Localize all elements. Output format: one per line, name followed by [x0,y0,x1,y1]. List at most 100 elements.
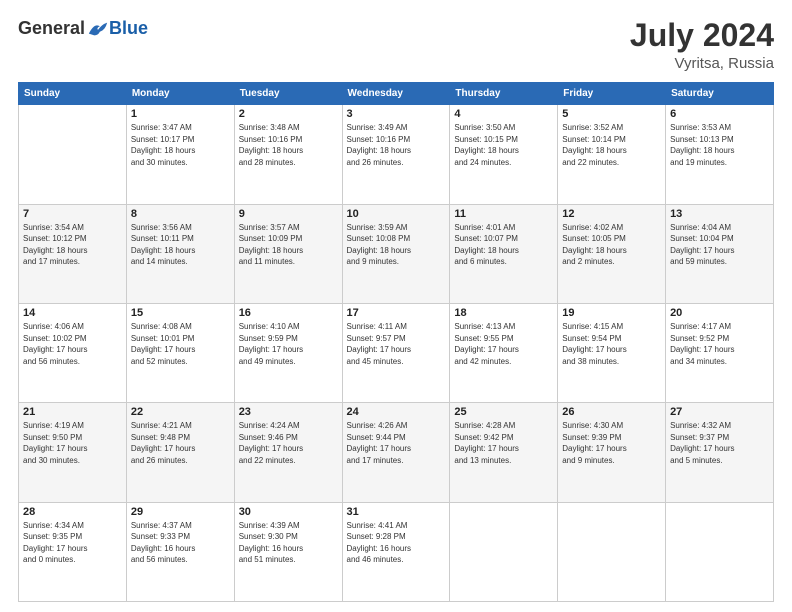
table-row: 10 Sunrise: 3:59 AM Sunset: 10:08 PM Dayl… [342,204,450,303]
day-number: 27 [670,406,769,418]
day-number: 5 [562,108,661,120]
col-saturday: Saturday [666,83,774,105]
table-row: 2 Sunrise: 3:48 AM Sunset: 10:16 PM Dayli… [234,105,342,204]
table-row: 29 Sunrise: 4:37 AM Sunset: 9:33 PM Dayli… [126,502,234,601]
logo: General Blue [18,18,148,39]
table-row: 15 Sunrise: 4:08 AM Sunset: 10:01 PM Dayl… [126,303,234,402]
table-row: 3 Sunrise: 3:49 AM Sunset: 10:16 PM Dayli… [342,105,450,204]
day-info: Sunrise: 4:04 AM Sunset: 10:04 PM Daylig… [670,222,769,268]
title-block: July 2024 Vyritsa, Russia [630,18,774,72]
table-row: 25 Sunrise: 4:28 AM Sunset: 9:42 PM Dayli… [450,403,558,502]
day-info: Sunrise: 4:02 AM Sunset: 10:05 PM Daylig… [562,222,661,268]
day-info: Sunrise: 4:17 AM Sunset: 9:52 PM Dayligh… [670,321,769,367]
table-row: 13 Sunrise: 4:04 AM Sunset: 10:04 PM Dayl… [666,204,774,303]
logo-blue-text: Blue [109,18,148,39]
day-info: Sunrise: 4:39 AM Sunset: 9:30 PM Dayligh… [239,520,338,566]
table-row: 11 Sunrise: 4:01 AM Sunset: 10:07 PM Dayl… [450,204,558,303]
table-row: 14 Sunrise: 4:06 AM Sunset: 10:02 PM Dayl… [19,303,127,402]
day-number: 13 [670,208,769,220]
header: General Blue July 2024 Vyritsa, Russia [18,18,774,72]
location-title: Vyritsa, Russia [630,55,774,72]
day-number: 3 [347,108,446,120]
table-row: 1 Sunrise: 3:47 AM Sunset: 10:17 PM Dayli… [126,105,234,204]
calendar-header-row: Sunday Monday Tuesday Wednesday Thursday… [19,83,774,105]
day-info: Sunrise: 4:32 AM Sunset: 9:37 PM Dayligh… [670,420,769,466]
day-info: Sunrise: 3:54 AM Sunset: 10:12 PM Daylig… [23,222,122,268]
day-info: Sunrise: 4:06 AM Sunset: 10:02 PM Daylig… [23,321,122,367]
table-row: 8 Sunrise: 3:56 AM Sunset: 10:11 PM Dayli… [126,204,234,303]
table-row: 5Sunrise: 3:52 AM Sunset: 10:14 PM Dayli… [558,105,666,204]
day-info: Sunrise: 4:34 AM Sunset: 9:35 PM Dayligh… [23,520,122,566]
logo-general-text: General [18,18,85,39]
day-info: Sunrise: 3:49 AM Sunset: 10:16 PM Daylig… [347,122,446,168]
table-row: 12 Sunrise: 4:02 AM Sunset: 10:05 PM Dayl… [558,204,666,303]
table-row: 23Sunrise: 4:24 AM Sunset: 9:46 PM Dayli… [234,403,342,502]
day-info: Sunrise: 4:28 AM Sunset: 9:42 PM Dayligh… [454,420,553,466]
day-number: 2 [239,108,338,120]
table-row [666,502,774,601]
day-number: 16 [239,307,338,319]
day-number: 11 [454,208,553,220]
col-friday: Friday [558,83,666,105]
table-row: 22Sunrise: 4:21 AM Sunset: 9:48 PM Dayli… [126,403,234,502]
table-row: 19Sunrise: 4:15 AM Sunset: 9:54 PM Dayli… [558,303,666,402]
day-number: 12 [562,208,661,220]
calendar-week-row: 1 Sunrise: 3:47 AM Sunset: 10:17 PM Dayli… [19,105,774,204]
day-info: Sunrise: 4:10 AM Sunset: 9:59 PM Dayligh… [239,321,338,367]
day-number: 6 [670,108,769,120]
day-number: 25 [454,406,553,418]
day-info: Sunrise: 3:56 AM Sunset: 10:11 PM Daylig… [131,222,230,268]
day-number: 18 [454,307,553,319]
day-info: Sunrise: 3:50 AM Sunset: 10:15 PM Daylig… [454,122,553,168]
page: General Blue July 2024 Vyritsa, Russia S… [0,0,792,612]
day-info: Sunrise: 4:11 AM Sunset: 9:57 PM Dayligh… [347,321,446,367]
calendar-week-row: 21Sunrise: 4:19 AM Sunset: 9:50 PM Dayli… [19,403,774,502]
day-number: 15 [131,307,230,319]
table-row: 28 Sunrise: 4:34 AM Sunset: 9:35 PM Dayli… [19,502,127,601]
day-info: Sunrise: 4:41 AM Sunset: 9:28 PM Dayligh… [347,520,446,566]
day-number: 14 [23,307,122,319]
day-info: Sunrise: 3:47 AM Sunset: 10:17 PM Daylig… [131,122,230,168]
calendar-week-row: 14 Sunrise: 4:06 AM Sunset: 10:02 PM Dayl… [19,303,774,402]
day-number: 7 [23,208,122,220]
day-number: 22 [131,406,230,418]
day-number: 10 [347,208,446,220]
table-row: 26 Sunrise: 4:30 AM Sunset: 9:39 PM Dayli… [558,403,666,502]
day-info: Sunrise: 4:30 AM Sunset: 9:39 PM Dayligh… [562,420,661,466]
day-info: Sunrise: 4:01 AM Sunset: 10:07 PM Daylig… [454,222,553,268]
calendar-week-row: 28 Sunrise: 4:34 AM Sunset: 9:35 PM Dayli… [19,502,774,601]
day-number: 9 [239,208,338,220]
col-sunday: Sunday [19,83,127,105]
day-info: Sunrise: 3:48 AM Sunset: 10:16 PM Daylig… [239,122,338,168]
day-number: 1 [131,108,230,120]
calendar-week-row: 7 Sunrise: 3:54 AM Sunset: 10:12 PM Dayli… [19,204,774,303]
calendar-table: Sunday Monday Tuesday Wednesday Thursday… [18,82,774,602]
table-row: 30Sunrise: 4:39 AM Sunset: 9:30 PM Dayli… [234,502,342,601]
day-number: 24 [347,406,446,418]
table-row: 31Sunrise: 4:41 AM Sunset: 9:28 PM Dayli… [342,502,450,601]
month-title: July 2024 [630,18,774,53]
table-row: 17 Sunrise: 4:11 AM Sunset: 9:57 PM Dayli… [342,303,450,402]
day-number: 26 [562,406,661,418]
table-row: 18 Sunrise: 4:13 AM Sunset: 9:55 PM Dayli… [450,303,558,402]
table-row: 7 Sunrise: 3:54 AM Sunset: 10:12 PM Dayli… [19,204,127,303]
table-row [19,105,127,204]
day-info: Sunrise: 4:13 AM Sunset: 9:55 PM Dayligh… [454,321,553,367]
day-info: Sunrise: 4:26 AM Sunset: 9:44 PM Dayligh… [347,420,446,466]
col-thursday: Thursday [450,83,558,105]
day-number: 19 [562,307,661,319]
table-row [450,502,558,601]
table-row: 4Sunrise: 3:50 AM Sunset: 10:15 PM Dayli… [450,105,558,204]
day-number: 29 [131,506,230,518]
day-info: Sunrise: 4:08 AM Sunset: 10:01 PM Daylig… [131,321,230,367]
day-number: 8 [131,208,230,220]
day-number: 28 [23,506,122,518]
day-info: Sunrise: 4:19 AM Sunset: 9:50 PM Dayligh… [23,420,122,466]
table-row [558,502,666,601]
day-info: Sunrise: 3:59 AM Sunset: 10:08 PM Daylig… [347,222,446,268]
day-number: 23 [239,406,338,418]
logo-bird-icon [87,20,109,38]
day-info: Sunrise: 4:37 AM Sunset: 9:33 PM Dayligh… [131,520,230,566]
col-monday: Monday [126,83,234,105]
day-number: 17 [347,307,446,319]
